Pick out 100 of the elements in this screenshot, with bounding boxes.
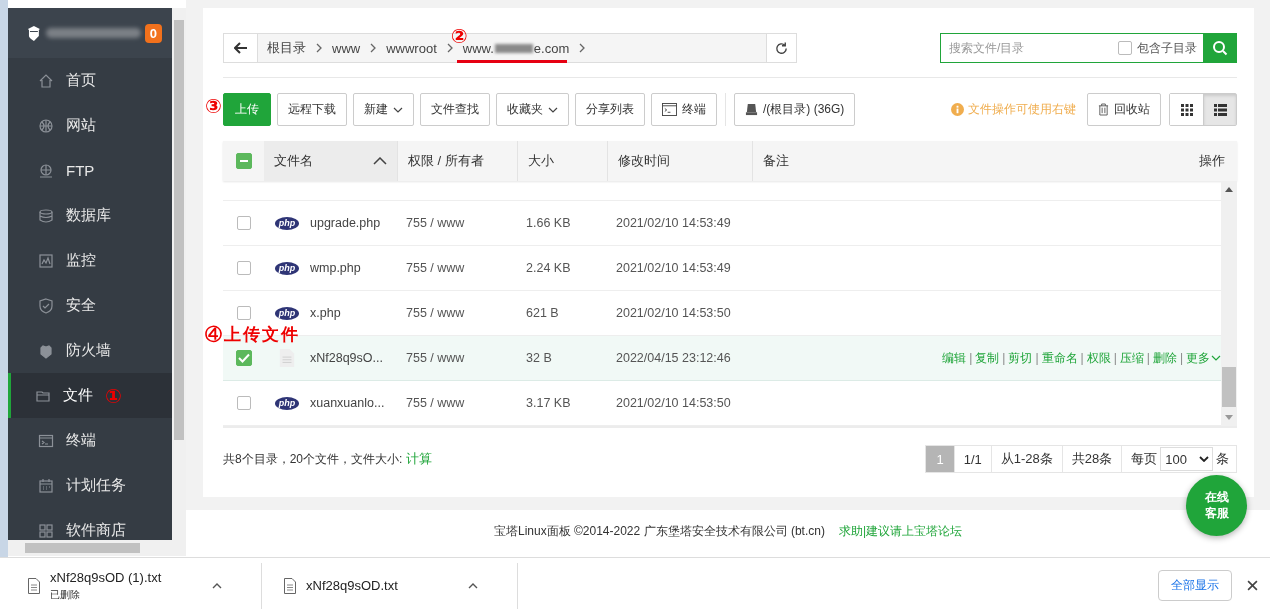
include-subdirectories-checkbox[interactable]: 包含子目录 xyxy=(1118,34,1203,62)
column-header[interactable]: 权限 / 所有者 xyxy=(398,141,518,181)
file-name[interactable]: wmp.php xyxy=(310,261,361,275)
search-button[interactable] xyxy=(1203,33,1237,63)
toolbar-button[interactable]: 分享列表 xyxy=(575,93,645,126)
permissions-cell-text: 755 / www xyxy=(405,351,466,365)
sidebar-item[interactable]: 数据库 xyxy=(8,193,172,238)
scroll-up-icon xyxy=(1225,187,1233,192)
dropdown-button[interactable]: 收藏夹 xyxy=(496,93,569,126)
sidebar-item[interactable]: 防火墙 xyxy=(8,328,172,373)
separator-text: | xyxy=(969,351,973,365)
horizontal-scrollbar[interactable] xyxy=(8,540,186,556)
refresh-icon xyxy=(774,40,789,56)
sidebar-item[interactable]: 终端 xyxy=(8,418,172,463)
column-header[interactable]: 操作 xyxy=(887,141,1237,181)
size-cell-text: 621 B xyxy=(525,306,560,320)
sidebar-item[interactable]: 软件商店 xyxy=(8,508,172,540)
show-all-button[interactable]: 全部显示 xyxy=(1158,570,1232,601)
list-icon xyxy=(1213,103,1227,116)
separator-text: | xyxy=(1002,351,1006,365)
trash-icon xyxy=(1098,103,1109,116)
file-name[interactable]: upgrade.php xyxy=(310,216,381,230)
document-icon xyxy=(284,577,296,594)
breadcrumb-link[interactable]: www xyxy=(332,40,361,56)
file-row[interactable]: php upgrade.php 755 / www 1.66 KB 2021/02/10 14:53:49 xyxy=(223,201,1221,246)
permissions-cell-text: 755 / www xyxy=(405,306,466,320)
php-file-icon: php xyxy=(275,306,299,320)
list-view-button[interactable] xyxy=(1203,94,1236,125)
file-row[interactable]: php wmp.php 755 / www 2.24 KB 2021/02/10 14:53:49 xyxy=(223,246,1221,291)
close-icon[interactable] xyxy=(1247,580,1258,591)
page-count: 1/1 xyxy=(954,446,992,472)
row-checkbox[interactable] xyxy=(236,261,251,275)
sidebar-item[interactable]: 网站 xyxy=(8,103,172,148)
ftp-globe-icon xyxy=(38,162,54,179)
column-header[interactable]: 文件名 xyxy=(264,141,398,181)
chevron-right-icon xyxy=(446,43,453,53)
vertical-scrollbar[interactable] xyxy=(172,8,186,540)
scroll-thumb[interactable] xyxy=(1222,367,1236,407)
sidebar-item[interactable]: 计划任务 xyxy=(8,463,172,508)
dropdown-button[interactable]: 新建 xyxy=(353,93,414,126)
per-page-select[interactable]: 100 xyxy=(1160,447,1213,471)
sidebar-item[interactable]: 安全 xyxy=(8,283,172,328)
separator-text: | xyxy=(1146,351,1150,365)
sidebar-item[interactable]: FTP xyxy=(8,148,172,193)
sidebar-item[interactable]: 首页 xyxy=(8,58,172,103)
row-checkbox[interactable] xyxy=(236,306,251,320)
back-button[interactable] xyxy=(224,34,258,62)
download-item[interactable]: xNf28q9sOD.txt xyxy=(262,562,518,609)
chevron-right-icon xyxy=(579,43,586,53)
refresh-button[interactable] xyxy=(766,34,796,62)
record-range: 从1-28条 xyxy=(991,446,1063,472)
size-cell-text: 3.17 KB xyxy=(525,396,572,410)
toolbar-button[interactable]: 远程下载 xyxy=(277,93,347,126)
document-icon xyxy=(28,577,40,594)
separator-text: | xyxy=(1113,351,1117,365)
toolbar-button[interactable]: /(根目录) (36G) xyxy=(734,93,856,126)
row-checkbox[interactable] xyxy=(236,216,251,230)
search-field[interactable]: 搜索文件/目录 包含子目录 xyxy=(940,33,1237,63)
row-checkbox[interactable] xyxy=(236,396,251,410)
select-all-checkbox[interactable] xyxy=(235,153,252,169)
permissions-cell-text: 755 / www xyxy=(405,216,466,230)
table-scrollbar[interactable] xyxy=(1221,181,1237,426)
annotation-number: ② xyxy=(450,25,468,46)
sidebar-item[interactable]: 监控 xyxy=(8,238,172,283)
chevron-up-icon[interactable] xyxy=(468,582,478,589)
chevron-right-icon xyxy=(316,43,322,53)
copyright-text: 宝塔Linux面板 ©2014-2022 广东堡塔安全技术有限公司 (bt.cn) xyxy=(493,523,825,540)
breadcrumb-link[interactable]: wwwroot xyxy=(386,40,437,56)
column-header[interactable]: 备注 xyxy=(753,141,887,181)
row-checkbox[interactable] xyxy=(235,350,252,366)
home-icon xyxy=(38,72,54,89)
modified-time-cell-text: 2021/02/10 14:53:50 xyxy=(615,396,732,410)
php-file-icon: php xyxy=(275,396,299,410)
file-name[interactable]: xNf28q9sO... xyxy=(310,351,383,365)
chevron-up-icon[interactable] xyxy=(212,582,222,589)
chevron-down-icon xyxy=(1211,355,1221,361)
annotation-number: ③ xyxy=(205,96,222,116)
sidebar-item[interactable]: 文件 ① xyxy=(8,373,172,418)
download-item[interactable]: xNf28q9sOD (1).txt 已删除 xyxy=(0,562,262,609)
database-icon xyxy=(38,207,54,224)
chevron-down-icon xyxy=(548,106,558,113)
shield-check-icon xyxy=(38,297,54,314)
grid-icon xyxy=(38,522,54,539)
separator-text: | xyxy=(1080,351,1084,365)
left-arrow-icon xyxy=(233,42,248,54)
chevron-right-icon xyxy=(370,43,377,53)
toolbar-button[interactable]: 文件查找 xyxy=(420,93,490,126)
modified-time-cell-text: 2022/04/15 23:12:46 xyxy=(615,351,732,365)
recycle-bin-button[interactable]: 回收站 xyxy=(1087,93,1161,126)
file-name[interactable]: xuanxuanlo... xyxy=(310,396,385,410)
column-header[interactable]: 大小 xyxy=(518,141,608,181)
column-header[interactable]: 修改时间 xyxy=(608,141,753,181)
sort-ascending-icon xyxy=(373,157,387,165)
search-icon xyxy=(1212,40,1228,56)
toolbar-button[interactable]: 终端 xyxy=(651,93,717,126)
terminal-icon xyxy=(662,103,677,116)
file-name[interactable]: x.php xyxy=(310,306,341,320)
separator-text: | xyxy=(1035,351,1039,365)
breadcrumb-link[interactable]: 根目录 xyxy=(267,39,306,57)
file-row[interactable]: php xuanxuanlo... 755 / www 3.17 KB 2021/02/10 14:53:50 xyxy=(223,381,1221,426)
